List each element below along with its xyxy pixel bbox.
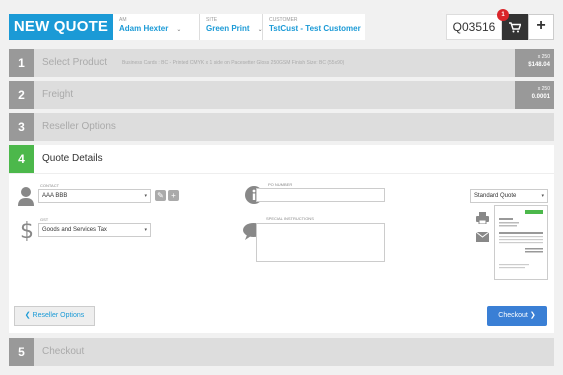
am-value: Adam Hexter xyxy=(119,24,169,33)
header-meta: AM Adam Hexter ⌄ SITE Green Print ⌄ CUSTOM… xyxy=(113,14,365,40)
am-selector[interactable]: AM Adam Hexter ⌄ xyxy=(113,14,200,40)
gst-select[interactable]: Goods and Services Tax ▾ xyxy=(38,223,151,237)
step-name: Reseller Options xyxy=(42,121,116,132)
site-selector[interactable]: SITE Green Print ⌄ xyxy=(200,14,263,40)
chevron-down-icon: ⌄ xyxy=(257,27,263,33)
user-icon xyxy=(18,187,34,206)
quote-preview-thumbnail[interactable] xyxy=(494,205,548,280)
step-description: Business Cards : BC - Printed CMYK x 1 s… xyxy=(122,60,345,66)
contact-label: CONTACT xyxy=(40,183,60,188)
step-select-product[interactable]: 1 Select Product Business Cards : BC - P… xyxy=(9,49,554,77)
dollar-icon: $ xyxy=(20,219,34,241)
chevron-down-icon: ▾ xyxy=(541,193,544,199)
svg-text:$: $ xyxy=(20,219,34,241)
step-name: Quote Details xyxy=(42,153,103,164)
step-qty: x 250 xyxy=(537,54,550,60)
step-price: x 250 $148.04 xyxy=(515,49,554,77)
step-name: Freight xyxy=(42,89,74,100)
document-preview-image xyxy=(499,210,543,269)
contact-value: AAA BBB xyxy=(42,193,68,199)
step-freight[interactable]: 2 Freight x 250 0.0001 xyxy=(9,81,554,109)
checkout-button[interactable]: Checkout ❯ xyxy=(487,306,547,326)
quote-number: Q03516 xyxy=(446,14,502,40)
gst-label: GST xyxy=(40,217,49,222)
site-value: Green Print xyxy=(206,24,250,33)
step-price-value: 0.0001 xyxy=(531,94,550,100)
step-price-value: $148.04 xyxy=(528,62,550,68)
reseller-options-back-button[interactable]: ❮ Reseller Options xyxy=(14,306,95,326)
special-instructions-textarea[interactable] xyxy=(256,223,385,262)
chevron-down-icon: ⌄ xyxy=(176,27,182,33)
gst-value: Goods and Services Tax xyxy=(42,227,107,233)
cart-count-badge: 1 xyxy=(497,9,509,21)
step-number: 4 xyxy=(9,145,34,173)
step-reseller-options[interactable]: 3 Reseller Options xyxy=(9,113,554,141)
step-qty: x 250 xyxy=(537,86,550,92)
step-number: 3 xyxy=(9,113,34,141)
customer-value: TstCust - Test Customer xyxy=(269,24,361,33)
page-title: NEW QUOTE xyxy=(9,14,113,40)
add-contact-button[interactable]: + xyxy=(168,190,179,201)
step-quote-details[interactable]: 4 Quote Details xyxy=(9,145,554,173)
contact-select[interactable]: AAA BBB ▾ xyxy=(38,189,151,203)
chevron-down-icon: ▾ xyxy=(144,193,147,199)
customer-selector[interactable]: CUSTOMER TstCust - Test Customer xyxy=(263,14,365,40)
step-price: x 250 0.0001 xyxy=(515,81,554,109)
envelope-icon[interactable] xyxy=(476,232,489,242)
po-number-input[interactable] xyxy=(256,188,385,202)
step-number: 1 xyxy=(9,49,34,77)
cart-icon xyxy=(509,21,521,32)
quote-template-value: Standard Quote xyxy=(474,193,517,199)
edit-contact-button[interactable]: ✎ xyxy=(155,190,166,201)
new-item-button[interactable]: + xyxy=(528,14,554,40)
po-number-label: PO NUMBER xyxy=(268,182,293,187)
step-checkout[interactable]: 5 Checkout xyxy=(9,338,554,366)
step-name: Select Product xyxy=(42,57,108,68)
step-number: 2 xyxy=(9,81,34,109)
special-instructions-label: SPECIAL INSTRUCTIONS xyxy=(266,216,314,221)
chevron-down-icon: ▾ xyxy=(144,227,147,233)
print-icon[interactable] xyxy=(476,212,489,224)
step-name: Checkout xyxy=(42,346,85,357)
step-number: 5 xyxy=(9,338,34,366)
quote-template-select[interactable]: Standard Quote ▾ xyxy=(470,189,548,203)
